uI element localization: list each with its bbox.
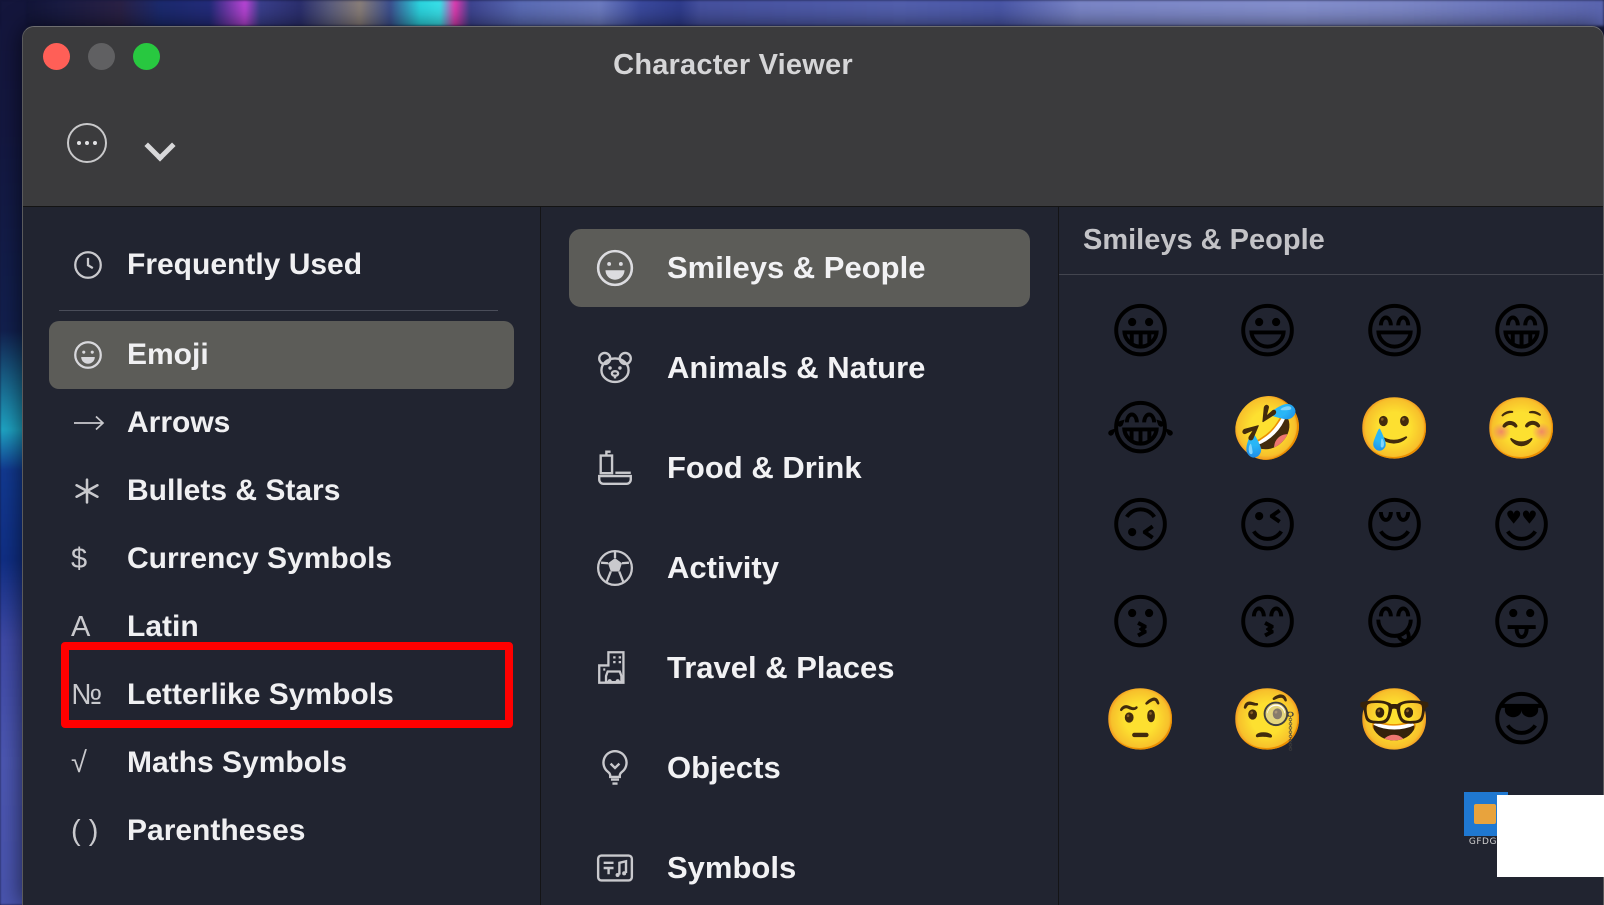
category-item-label: Activity [667,550,779,585]
sidebar-item-currency-symbols[interactable]: $ Currency Symbols [49,525,514,593]
asterisk-icon [71,475,127,507]
sidebar-item-latin[interactable]: A Latin [49,593,514,661]
emoji-cell[interactable]: 🤣 [1204,398,1331,461]
window-titlebar: Character Viewer [23,27,1603,206]
category-item-label: Food & Drink [667,450,862,485]
category-item-smileys-people[interactable]: Smileys & People [569,229,1030,307]
emoji-cell[interactable]: 🥲 [1331,398,1458,461]
sidebar-item-label: Arrows [127,406,231,439]
dot [85,141,89,145]
sidebar-item-parentheses[interactable]: ( ) Parentheses [49,797,514,865]
window-toolbar [67,123,177,163]
dollar-icon: $ [71,542,88,575]
content-panes: Frequently Used Emoji Arrows Bullets & S… [23,206,1603,905]
emoji-cell[interactable]: 🤨 [1077,689,1204,752]
emoji-cell[interactable]: ☺️ [1458,398,1585,461]
emoji-cell[interactable]: 😎 [1458,689,1585,752]
emoji-cell[interactable]: 😁 [1458,301,1585,364]
sidebar-separator [59,310,498,311]
emoji-cell[interactable]: 😋 [1331,592,1458,655]
sidebar-item-emoji[interactable]: Emoji [49,321,514,389]
category-item-symbols[interactable]: Symbols [569,829,1030,905]
emoji-grid: 😀 😃 😄 😁 😂 🤣 🥲 ☺️ 🙃 😉 😌 😍 😗 😙 😋 😛 🤨 🧐 🤓 😎 [1059,275,1603,752]
arrow-right-icon [71,411,127,435]
burger-drink-icon [593,446,667,490]
sidebar-item-label: Currency Symbols [127,542,393,575]
category-item-label: Symbols [667,850,797,885]
sidebar-item-label: Frequently Used [127,248,363,281]
smiley-icon [71,338,127,372]
smiley-face-icon [593,246,667,290]
category-item-objects[interactable]: Objects [569,729,1030,807]
emoji-cell[interactable]: 🧐 [1204,689,1331,752]
sidebar-item-label: Parentheses [127,814,306,847]
emoji-cell[interactable]: 😃 [1204,301,1331,364]
sidebar-item-label: Bullets & Stars [127,474,341,507]
sidebar-item-label: Maths Symbols [127,746,348,779]
city-car-icon [593,646,667,690]
soccer-ball-icon [593,546,667,590]
emoji-cell[interactable]: 😍 [1458,495,1585,558]
bear-icon [593,346,667,390]
dot [77,141,81,145]
numero-icon: № [71,678,103,711]
emoji-cell[interactable]: 🤓 [1331,689,1458,752]
window-title: Character Viewer [613,49,853,81]
emoji-cell[interactable]: 😛 [1458,592,1585,655]
letter-a-icon: A [71,610,91,643]
sidebar-item-label: Letterlike Symbols [127,678,394,711]
wallpaper-top-strip [0,0,1604,26]
parentheses-icon: ( ) [71,814,99,847]
emoji-cell[interactable]: 🙃 [1077,495,1204,558]
category-item-label: Animals & Nature [667,350,926,385]
category-list: Smileys & People Animals & Nature Food &… [541,207,1059,905]
sidebar-item-letterlike-symbols[interactable]: № Letterlike Symbols [49,661,514,729]
emoji-cell[interactable]: 😉 [1204,495,1331,558]
clock-icon [71,248,127,282]
desktop-background: Character Viewer Frequently Used Emoji A… [0,0,1604,905]
sidebar-item-arrows[interactable]: Arrows [49,389,514,457]
emoji-grid-header: Smileys & People [1059,207,1603,275]
category-item-label: Objects [667,750,781,785]
emoji-cell[interactable]: 😄 [1331,301,1458,364]
category-item-activity[interactable]: Activity [569,529,1030,607]
dot [93,141,97,145]
category-item-animals-nature[interactable]: Animals & Nature [569,329,1030,407]
category-item-label: Smileys & People [667,250,926,285]
character-viewer-window: Character Viewer Frequently Used Emoji A… [22,26,1604,905]
lightbulb-icon [593,746,667,790]
square-root-icon: √ [71,746,87,779]
sidebar-item-label: Emoji [127,338,209,371]
sidebar-item-maths-symbols[interactable]: √ Maths Symbols [49,729,514,797]
emoji-cell[interactable]: 😌 [1331,495,1458,558]
emoji-cell[interactable]: 😙 [1204,592,1331,655]
emoji-cell[interactable]: 😗 [1077,592,1204,655]
emoji-cell[interactable]: 😂 [1077,398,1204,461]
more-options-icon[interactable] [67,123,107,163]
sidebar-item-bullets-stars[interactable]: Bullets & Stars [49,457,514,525]
sidebar: Frequently Used Emoji Arrows Bullets & S… [23,207,541,905]
white-occluder-rectangle [1497,795,1604,877]
sidebar-item-label: Latin [127,610,199,643]
chevron-down-icon[interactable] [143,126,177,160]
emoji-cell[interactable]: 😀 [1077,301,1204,364]
category-item-travel-places[interactable]: Travel & Places [569,629,1030,707]
category-item-food-drink[interactable]: Food & Drink [569,429,1030,507]
sidebar-item-frequently-used[interactable]: Frequently Used [49,231,514,299]
category-item-label: Travel & Places [667,650,895,685]
symbols-icon [593,846,667,890]
